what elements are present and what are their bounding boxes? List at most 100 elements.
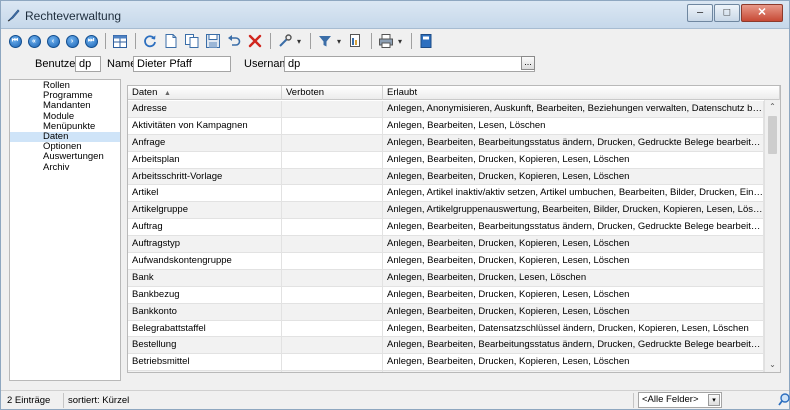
delete-button[interactable] <box>246 32 264 50</box>
table-row[interactable]: Auftragstyp Anlegen, Bearbeiten, Drucken,… <box>128 236 764 254</box>
cell-daten: Bankkonto <box>128 303 282 321</box>
cell-verboten <box>282 202 383 220</box>
print-dropdown[interactable]: ▾ <box>395 32 405 50</box>
name-field[interactable]: Dieter Pfaff <box>133 56 231 72</box>
cell-verboten <box>282 185 383 203</box>
scroll-thumb[interactable] <box>768 116 777 154</box>
next-record-icon: › <box>65 34 79 48</box>
table-view-button[interactable] <box>111 32 129 50</box>
column-header-daten-label: Daten <box>132 87 158 98</box>
cell-erlaubt: Anlegen, Bearbeiten, Drucken, Kopieren, … <box>383 286 764 304</box>
table-row[interactable]: Auftrag Anlegen, Bearbeiten, Bearbeitungs… <box>128 219 764 237</box>
cell-daten: Arbeitsplan <box>128 151 282 169</box>
vertical-scrollbar[interactable]: ⌃ ⌄ <box>764 100 780 372</box>
column-header-daten[interactable]: Daten ▲ <box>128 86 282 100</box>
column-header-verboten[interactable]: Verboten <box>282 86 383 100</box>
record-count: 2 Einträge <box>7 395 51 406</box>
table-header: Daten ▲ Verboten Erlaubt <box>128 86 780 100</box>
scroll-down-icon[interactable]: ⌄ <box>765 358 780 372</box>
toolbar-separator <box>371 33 372 49</box>
report-button[interactable] <box>347 32 365 50</box>
column-header-erlaubt[interactable]: Erlaubt <box>383 86 780 100</box>
table-row[interactable]: Arbeitsplan Anlegen, Bearbeiten, Drucken,… <box>128 151 764 169</box>
table-row[interactable]: Belegrabattstaffel Anlegen, Bearbeiten, D… <box>128 320 764 338</box>
cell-daten: Adresse <box>128 101 282 118</box>
undo-button[interactable] <box>225 32 243 50</box>
table-row[interactable]: Bankkonto Anlegen, Bearbeiten, Drucken, K… <box>128 303 764 321</box>
first-record-button[interactable]: ⏮ <box>7 32 23 50</box>
previous-page-button[interactable]: « <box>26 32 42 50</box>
cell-verboten <box>282 371 383 372</box>
refresh-button[interactable] <box>141 32 159 50</box>
table-row[interactable]: Artikelgruppe Anlegen, Artikelgruppenausw… <box>128 202 764 220</box>
table-row[interactable]: Arbeitsschritt-Vorlage Anlegen, Bearbeite… <box>128 168 764 186</box>
cell-erlaubt: Anlegen, Bearbeiten, Drucken, Kopieren, … <box>383 371 764 372</box>
cell-verboten <box>282 354 383 372</box>
close-button[interactable]: ✕ <box>741 4 783 22</box>
table-body: Adresse Anlegen, Anonymisieren, Auskunft,… <box>128 101 764 372</box>
title-bar[interactable]: Rechteverwaltung – □ ✕ <box>1 1 789 29</box>
close-icon: ✕ <box>757 6 767 19</box>
table-row[interactable]: Artikel Anlegen, Artikel inaktiv/aktiv se… <box>128 185 764 203</box>
cell-erlaubt: Anlegen, Bearbeiten, Datensatzschlüssel … <box>383 320 764 338</box>
copy-button[interactable] <box>183 32 201 50</box>
table-row[interactable]: Bankbezug Anlegen, Bearbeiten, Drucken, K… <box>128 286 764 304</box>
print-button[interactable] <box>377 32 395 50</box>
filter-button[interactable] <box>316 32 334 50</box>
tools-button[interactable] <box>276 32 294 50</box>
cell-verboten <box>282 151 383 169</box>
table-row[interactable]: Aufwandskontengruppe Anlegen, Bearbeiten,… <box>128 253 764 270</box>
cell-daten: Belegrabattstaffel <box>128 320 282 338</box>
cell-erlaubt: Anlegen, Bearbeiten, Bearbeitungsstatus … <box>383 134 764 152</box>
tools-icon <box>279 34 292 47</box>
previous-record-button[interactable]: ‹ <box>45 32 61 50</box>
minimize-button[interactable]: – <box>687 4 713 22</box>
table-row[interactable]: Bestellung Anlegen, Bearbeiten, Bearbeitu… <box>128 337 764 355</box>
cell-daten: Bestellung <box>128 337 282 355</box>
table-row[interactable]: Anfrage Anlegen, Bearbeiten, Bearbeitungs… <box>128 134 764 152</box>
sidebar-item-auswertungen[interactable]: Auswertungen <box>10 152 120 162</box>
tools-dropdown[interactable]: ▾ <box>294 32 304 50</box>
username-field[interactable]: dp <box>284 56 535 72</box>
field-select-value: <Alle Felder> <box>642 394 699 405</box>
cell-erlaubt: Anlegen, Artikel inaktiv/aktiv setzen, A… <box>383 185 764 203</box>
last-record-button[interactable]: ⏭ <box>83 32 99 50</box>
cell-erlaubt: Anlegen, Bearbeiten, Lesen, Löschen <box>383 117 764 135</box>
save-icon <box>206 34 220 48</box>
benutzer-field[interactable]: dp <box>75 56 101 72</box>
cell-verboten <box>282 286 383 304</box>
category-list: Rollen Programme Mandanten Module Menüpu… <box>9 79 121 381</box>
sidebar-item-archiv[interactable]: Archiv <box>10 162 120 173</box>
table-row[interactable]: Adresse Anlegen, Anonymisieren, Auskunft,… <box>128 101 764 118</box>
cell-erlaubt: Anlegen, Anonymisieren, Auskunft, Bearbe… <box>383 101 764 118</box>
cell-daten: Artikel <box>128 185 282 203</box>
filter-dropdown[interactable]: ▾ <box>334 32 344 50</box>
table-row[interactable]: Betriebsmittel Anlegen, Bearbeiten, Druck… <box>128 354 764 372</box>
maximize-button[interactable]: □ <box>714 4 740 22</box>
table-row[interactable]: Aktivitäten von Kampagnen Anlegen, Bearbe… <box>128 117 764 135</box>
toolbar-separator <box>310 33 311 49</box>
table-row[interactable]: Betriebsmittelgruppe Anlegen, Bearbeiten,… <box>128 371 764 372</box>
table-row[interactable]: Bank Anlegen, Bearbeiten, Drucken, Lesen,… <box>128 269 764 287</box>
cell-erlaubt: Anlegen, Bearbeiten, Drucken, Lesen, Lös… <box>383 269 764 287</box>
cell-verboten <box>282 134 383 152</box>
sort-status: sortiert: Kürzel <box>68 395 130 406</box>
scroll-up-icon[interactable]: ⌃ <box>765 100 780 114</box>
refresh-icon <box>144 35 156 48</box>
cell-daten: Betriebsmittelgruppe <box>128 371 282 372</box>
help-button[interactable] <box>417 32 435 50</box>
field-select[interactable]: <Alle Felder> ▾ <box>638 392 722 408</box>
cell-verboten <box>282 117 383 135</box>
search-icon[interactable] <box>778 393 790 407</box>
save-button[interactable] <box>204 32 222 50</box>
cell-erlaubt: Anlegen, Bearbeiten, Drucken, Kopieren, … <box>383 253 764 270</box>
new-document-button[interactable] <box>162 32 180 50</box>
cell-verboten <box>282 253 383 270</box>
new-document-icon <box>165 34 177 48</box>
sort-ascending-icon: ▲ <box>164 90 171 97</box>
username-browse-button[interactable]: ... <box>521 56 535 70</box>
window-title: Rechteverwaltung <box>25 9 122 23</box>
chevron-down-icon[interactable]: ▾ <box>708 394 720 406</box>
cell-erlaubt: Anlegen, Bearbeiten, Drucken, Kopieren, … <box>383 236 764 254</box>
next-record-button[interactable]: › <box>64 32 80 50</box>
